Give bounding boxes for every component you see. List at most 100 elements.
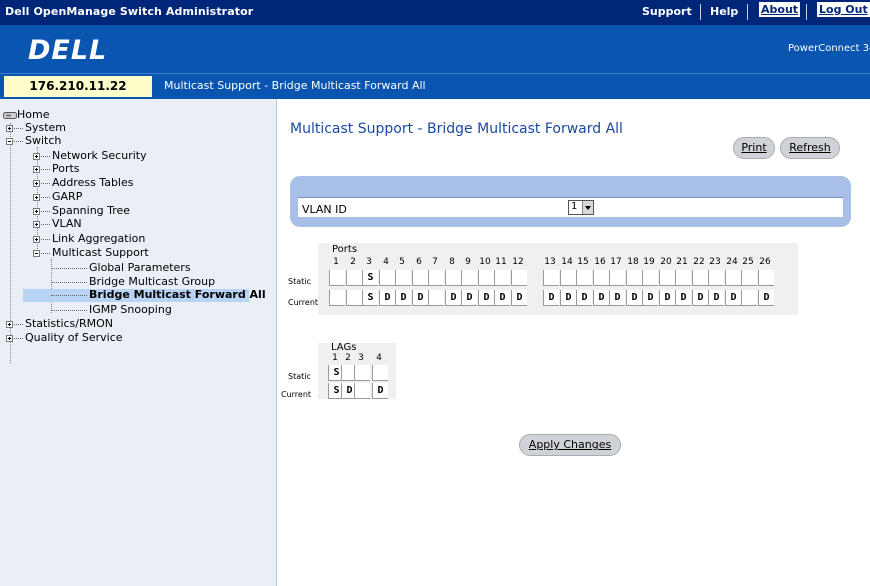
- port-static-cell[interactable]: [379, 270, 395, 286]
- port-static-cell[interactable]: [692, 270, 708, 286]
- logo-bar: DELL PowerConnect 3448: [0, 25, 870, 73]
- vlan-panel: VLAN ID 1: [290, 176, 851, 227]
- port-static-cell[interactable]: [395, 270, 411, 286]
- logout-link[interactable]: Log Out: [817, 2, 870, 17]
- tree-item-multicast-support[interactable]: Multicast Support: [33, 247, 149, 259]
- port-number: 17: [610, 257, 622, 267]
- port-number: 1: [333, 257, 339, 267]
- tree-item-igmp-snooping[interactable]: IGMP Snooping: [51, 304, 172, 316]
- help-link[interactable]: Help: [710, 5, 738, 18]
- port-static-cell[interactable]: [642, 270, 658, 286]
- port-static-cell[interactable]: [445, 270, 461, 286]
- port-static-cell[interactable]: [725, 270, 741, 286]
- expand-icon[interactable]: [33, 207, 40, 215]
- collapse-icon[interactable]: [6, 137, 13, 145]
- separator: [806, 4, 807, 20]
- refresh-button[interactable]: Refresh: [780, 137, 840, 159]
- expand-icon[interactable]: [33, 152, 40, 160]
- port-number: 9: [465, 257, 471, 267]
- tree-item-statistics-rmon[interactable]: Statistics/RMON: [6, 318, 113, 330]
- tree-item-spanning-tree[interactable]: Spanning Tree: [33, 205, 130, 217]
- tree-item-network-security[interactable]: Network Security: [33, 150, 147, 162]
- expand-icon[interactable]: [6, 124, 13, 132]
- vlan-id-value: 1: [571, 201, 578, 212]
- port-current-cell: D: [725, 290, 741, 306]
- port-current-cell: D: [461, 290, 477, 306]
- port-static-cell[interactable]: [461, 270, 477, 286]
- port-static-cell[interactable]: [708, 270, 724, 286]
- expand-icon[interactable]: [33, 165, 40, 173]
- tree-item-ports[interactable]: Ports: [33, 163, 80, 175]
- port-current-cell: S: [362, 290, 378, 306]
- port-static-cell[interactable]: [576, 270, 592, 286]
- port-current-cell: D: [395, 290, 411, 306]
- port-current-cell: D: [675, 290, 691, 306]
- tree-item-bridge-multicast-group[interactable]: Bridge Multicast Group: [51, 276, 215, 288]
- port-current-cell: D: [659, 290, 675, 306]
- lag-static-cell[interactable]: [372, 365, 388, 381]
- support-link[interactable]: Support: [642, 5, 692, 18]
- navigation-tree: Home System Switch Network Security Port…: [0, 99, 277, 586]
- tree-item-system[interactable]: System: [6, 122, 66, 134]
- separator: [700, 4, 701, 20]
- port-static-cell[interactable]: [626, 270, 642, 286]
- collapse-icon[interactable]: [33, 249, 40, 257]
- tree-item-bridge-multicast-forward-all[interactable]: Bridge Multicast Forward All: [23, 289, 266, 302]
- tree-item-address-tables[interactable]: Address Tables: [33, 177, 133, 189]
- port-static-cell[interactable]: [560, 270, 576, 286]
- port-static-cell[interactable]: [412, 270, 428, 286]
- port-static-cell[interactable]: S: [362, 270, 378, 286]
- tree-item-link-aggregation[interactable]: Link Aggregation: [33, 233, 145, 245]
- vlan-id-select[interactable]: 1: [568, 200, 594, 215]
- about-link[interactable]: About: [759, 2, 801, 17]
- apply-changes-button[interactable]: Apply Changes: [519, 434, 621, 456]
- lag-static-cell[interactable]: [354, 365, 370, 381]
- port-current-cell: D: [412, 290, 428, 306]
- port-static-cell[interactable]: [494, 270, 510, 286]
- port-current-cell: D: [609, 290, 625, 306]
- port-number: 12: [512, 257, 524, 267]
- port-static-cell[interactable]: [593, 270, 609, 286]
- lag-number: 2: [345, 353, 351, 363]
- port-current-cell: D: [642, 290, 658, 306]
- vlan-row: VLAN ID 1: [298, 197, 843, 217]
- expand-icon[interactable]: [33, 179, 40, 187]
- tree-item-switch[interactable]: Switch: [6, 135, 61, 147]
- port-current-cell: D: [626, 290, 642, 306]
- expand-icon[interactable]: [33, 235, 40, 243]
- port-current-cell: [428, 290, 444, 306]
- print-button[interactable]: Print: [733, 137, 775, 159]
- port-number: 25: [742, 257, 754, 267]
- port-static-cell[interactable]: [741, 270, 757, 286]
- expand-icon[interactable]: [6, 334, 13, 342]
- port-static-cell[interactable]: [543, 270, 559, 286]
- expand-icon[interactable]: [33, 193, 40, 201]
- port-static-cell[interactable]: [346, 270, 362, 286]
- address-bar: 176.210.11.22 Multicast Support - Bridge…: [0, 73, 870, 99]
- dropdown-arrow-icon[interactable]: [582, 201, 593, 214]
- port-number: 5: [399, 257, 405, 267]
- port-static-cell[interactable]: [609, 270, 625, 286]
- port-static-cell[interactable]: [329, 270, 345, 286]
- tree-item-vlan[interactable]: VLAN: [33, 218, 82, 230]
- lags-title: LAGs: [331, 342, 357, 353]
- port-number: 11: [495, 257, 507, 267]
- expand-icon[interactable]: [33, 220, 40, 228]
- port-static-cell[interactable]: [428, 270, 444, 286]
- port-current-cell: D: [543, 290, 559, 306]
- port-static-cell[interactable]: [659, 270, 675, 286]
- tree-item-garp[interactable]: GARP: [33, 191, 82, 203]
- port-current-cell: D: [478, 290, 494, 306]
- port-number: 10: [479, 257, 491, 267]
- tree-item-global-parameters[interactable]: Global Parameters: [51, 262, 191, 274]
- tree-item-home[interactable]: Home: [3, 109, 49, 121]
- tree-item-quality-of-service[interactable]: Quality of Service: [6, 332, 123, 344]
- expand-icon[interactable]: [6, 320, 13, 328]
- port-static-cell[interactable]: [511, 270, 527, 286]
- port-static-cell[interactable]: [478, 270, 494, 286]
- port-static-cell[interactable]: [758, 270, 774, 286]
- port-number: 4: [383, 257, 389, 267]
- port-current-cell: D: [445, 290, 461, 306]
- port-static-cell[interactable]: [675, 270, 691, 286]
- port-current-cell: D: [560, 290, 576, 306]
